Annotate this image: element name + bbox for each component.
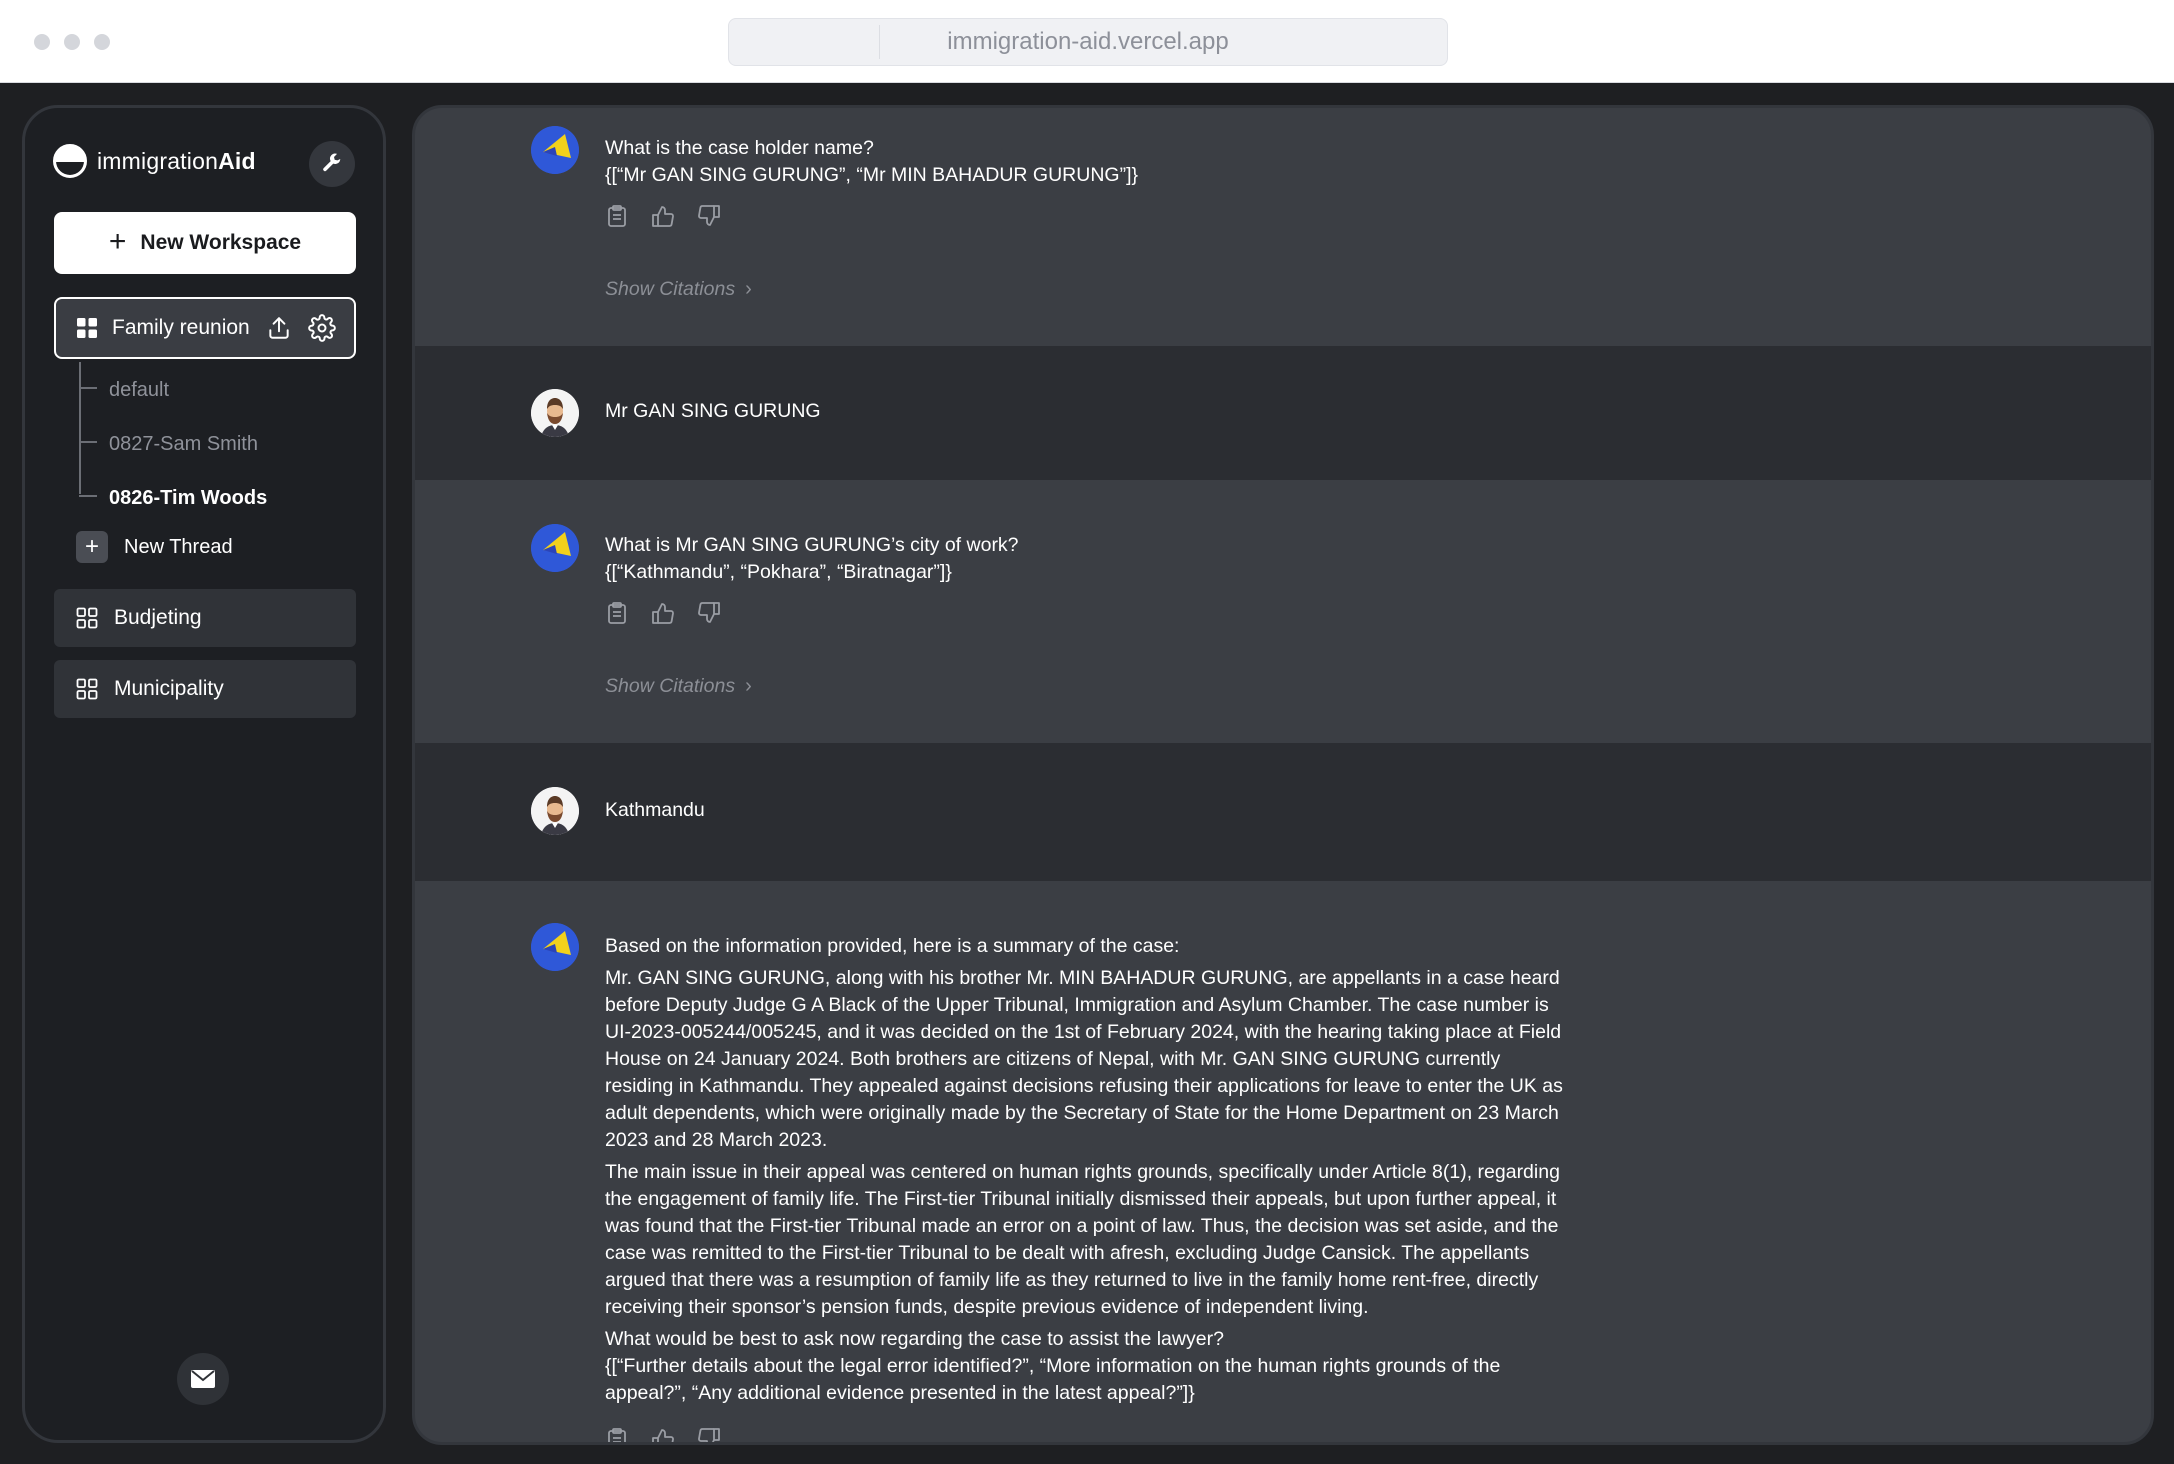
window-controls — [34, 34, 110, 50]
browser-chrome: immigration-aid.vercel.app — [0, 0, 2174, 83]
assistant-message-text: What is Mr GAN SING GURUNG’s city of wor… — [605, 534, 1019, 583]
bot-logo-icon — [531, 126, 579, 174]
address-bar-url: immigration-aid.vercel.app — [947, 28, 1229, 55]
thumbs-down-icon — [698, 205, 720, 226]
new-thread-button[interactable]: + New Thread — [76, 531, 233, 563]
message-actions — [605, 204, 721, 228]
copy-button[interactable] — [605, 204, 629, 228]
brand-logo-icon — [53, 144, 87, 178]
upload-icon[interactable] — [266, 315, 292, 341]
summary-paragraph-1: Mr. GAN SING GURUNG, along with his brot… — [605, 967, 1563, 1151]
thread-item-0826-tim-woods[interactable]: 0826-Tim Woods — [79, 483, 267, 513]
gear-icon[interactable] — [308, 314, 336, 342]
workspace-municipality[interactable]: Municipality — [54, 660, 356, 718]
summary-paragraph-2: The main issue in their appeal was cente… — [605, 1161, 1560, 1318]
dislike-button[interactable] — [697, 601, 721, 625]
user-avatar-icon — [531, 389, 579, 437]
sidebar: immigrationAid + New Workspace Family re… — [22, 105, 386, 1443]
new-workspace-button[interactable]: + New Workspace — [54, 212, 356, 274]
follow-up-options: {[“Further details about the legal error… — [605, 1355, 1501, 1404]
brand[interactable]: immigrationAid — [53, 144, 256, 178]
user-avatar — [531, 787, 579, 835]
plus-icon: + — [76, 531, 108, 563]
brand-name: immigrationAid — [97, 147, 256, 174]
user-message: Mr GAN SING GURUNG — [415, 346, 2151, 480]
follow-up-question: What would be best to ask now regarding … — [605, 1328, 1224, 1350]
settings-button[interactable] — [309, 141, 355, 187]
grid-icon — [76, 607, 98, 629]
like-button[interactable] — [651, 1427, 675, 1442]
copy-button[interactable] — [605, 1427, 629, 1442]
thumbs-up-icon — [652, 1429, 674, 1442]
new-workspace-label: New Workspace — [140, 231, 302, 254]
like-button[interactable] — [651, 204, 675, 228]
thumbs-down-icon — [698, 602, 720, 623]
assistant-message-text: What is the case holder name? {[“Mr GAN … — [605, 137, 1139, 186]
assistant-avatar — [531, 923, 579, 971]
show-citations-toggle[interactable]: Show Citations › — [605, 675, 752, 698]
grid-icon — [76, 678, 98, 700]
user-avatar — [531, 389, 579, 437]
clipboard-icon — [608, 602, 626, 624]
workspace-family-reunion[interactable]: Family reunion — [54, 297, 356, 359]
address-bar[interactable]: immigration-aid.vercel.app — [728, 18, 1448, 66]
assistant-message: What is the case holder name? {[“Mr GAN … — [415, 108, 2151, 346]
thumbs-down-icon — [698, 1428, 720, 1442]
user-message-text: Kathmandu — [605, 799, 705, 821]
assistant-avatar — [531, 524, 579, 572]
bot-logo-icon — [531, 524, 579, 572]
grid-icon — [77, 318, 97, 338]
assistant-summary-text: Based on the information provided, here … — [605, 933, 1570, 1407]
assistant-message: Based on the information provided, here … — [415, 881, 2151, 1442]
message-actions — [605, 1427, 721, 1442]
like-button[interactable] — [651, 601, 675, 625]
assistant-avatar — [531, 126, 579, 174]
user-message-text: Mr GAN SING GURUNG — [605, 400, 821, 422]
window-minimize-dot[interactable] — [64, 34, 80, 50]
show-citations-toggle[interactable]: Show Citations › — [605, 278, 752, 301]
new-thread-label: New Thread — [124, 535, 233, 558]
thread-item-default[interactable]: default — [79, 375, 169, 405]
workspace-label: Family reunion — [112, 316, 250, 339]
clipboard-icon — [608, 205, 626, 227]
bot-logo-icon — [531, 923, 579, 971]
plus-icon: + — [108, 224, 127, 258]
wrench-icon — [323, 153, 341, 172]
clipboard-icon — [608, 1428, 626, 1442]
workspace-label: Municipality — [114, 677, 224, 700]
message-actions — [605, 601, 721, 625]
user-message: Kathmandu — [415, 743, 2151, 881]
thread-item-0827-sam-smith[interactable]: 0827-Sam Smith — [79, 429, 258, 459]
assistant-message: What is Mr GAN SING GURUNG’s city of wor… — [415, 480, 2151, 743]
thumbs-up-icon — [652, 603, 674, 624]
user-avatar-icon — [531, 787, 579, 835]
dislike-button[interactable] — [697, 1427, 721, 1442]
chevron-right-icon: › — [745, 675, 752, 697]
thumbs-up-icon — [652, 206, 674, 227]
mail-icon — [191, 1370, 215, 1388]
summary-intro: Based on the information provided, here … — [605, 935, 1180, 957]
contact-button[interactable] — [177, 1353, 229, 1405]
chat-panel: What is the case holder name? {[“Mr GAN … — [412, 105, 2154, 1445]
window-close-dot[interactable] — [34, 34, 50, 50]
chevron-right-icon: › — [745, 278, 752, 300]
dislike-button[interactable] — [697, 204, 721, 228]
window-maximize-dot[interactable] — [94, 34, 110, 50]
copy-button[interactable] — [605, 601, 629, 625]
workspace-budjeting[interactable]: Budjeting — [54, 589, 356, 647]
workspace-label: Budjeting — [114, 606, 202, 629]
